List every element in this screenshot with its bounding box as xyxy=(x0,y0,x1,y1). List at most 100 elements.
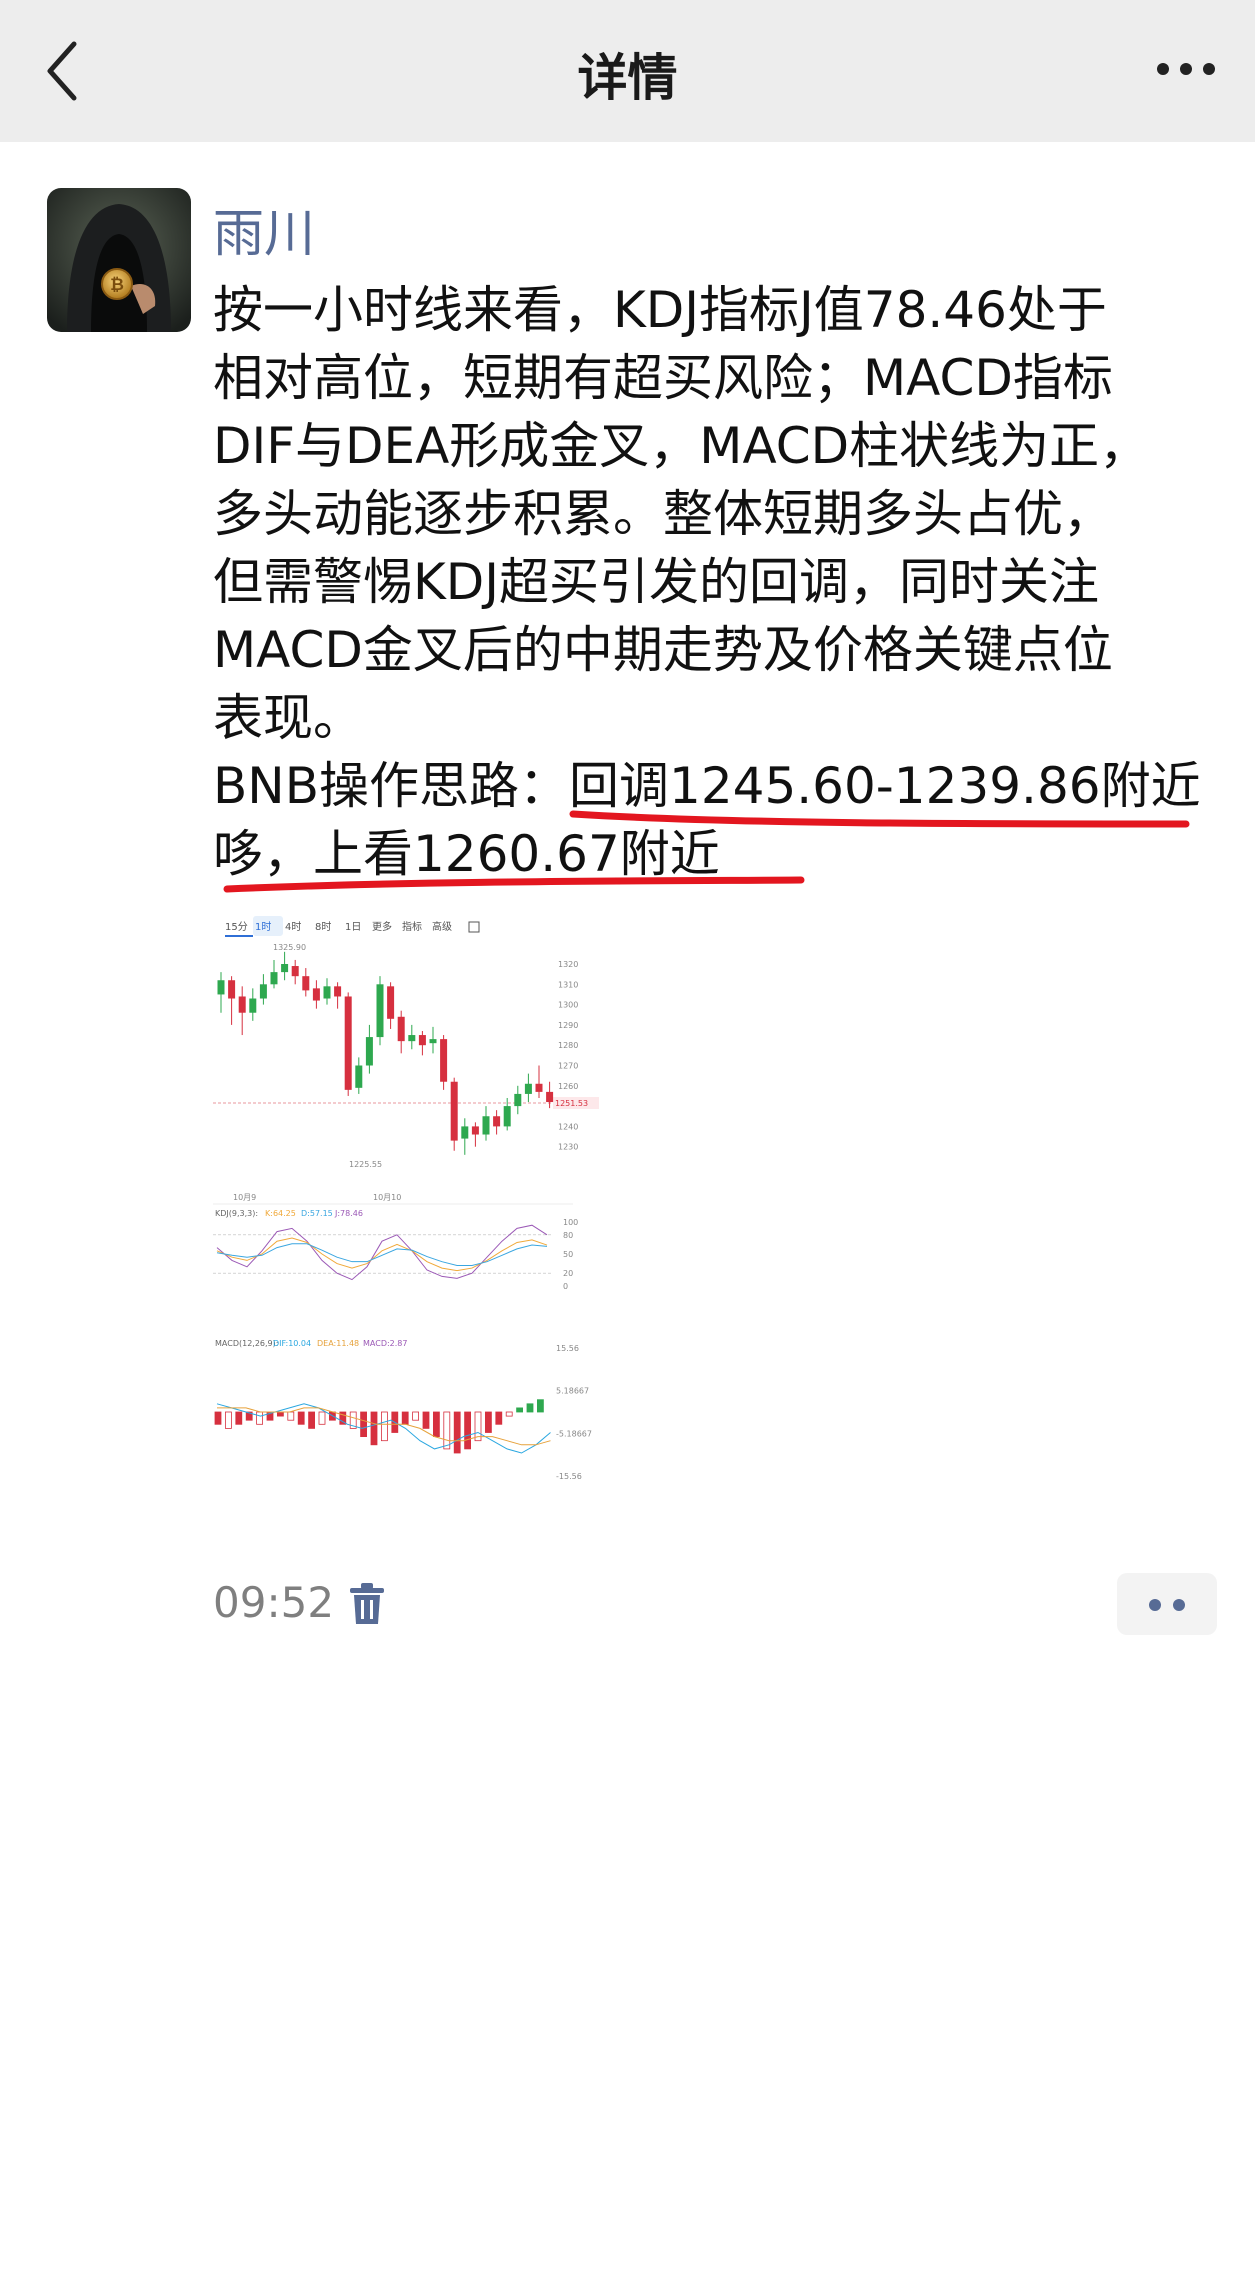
candle xyxy=(376,984,384,1038)
candle xyxy=(302,976,310,991)
comment-menu-button[interactable] xyxy=(1117,1573,1217,1635)
macd-bar xyxy=(432,1411,440,1438)
candle xyxy=(440,1039,448,1082)
low-label: 1225.55 xyxy=(349,1160,382,1169)
price-tick: 1230 xyxy=(558,1143,578,1152)
price-tick: 1310 xyxy=(558,980,578,989)
macd-bar xyxy=(277,1411,284,1417)
price-tick: 1320 xyxy=(558,960,578,969)
macd-bar xyxy=(526,1403,534,1413)
high-label: 1325.90 xyxy=(273,943,306,952)
chart-tab: 更多 xyxy=(372,920,392,933)
macd-bar xyxy=(235,1411,243,1425)
price-tick: 1240 xyxy=(558,1122,578,1131)
macd-tick: -5.18667 xyxy=(556,1429,592,1438)
kdj-value: K:64.25 xyxy=(265,1209,296,1218)
price-tick: 1290 xyxy=(558,1021,578,1030)
date-label: 10月9 xyxy=(233,1193,256,1202)
kdj-j-line xyxy=(216,1224,548,1281)
candle xyxy=(291,966,299,977)
macd-value: MACD:2.87 xyxy=(363,1339,408,1348)
page-title: 详情 xyxy=(577,49,678,107)
kdj-tick: 20 xyxy=(563,1269,573,1278)
candle xyxy=(546,1091,554,1103)
avatar[interactable]: ₿ xyxy=(47,188,191,332)
macd-bar xyxy=(308,1411,315,1429)
macd-bar xyxy=(536,1399,544,1413)
candle xyxy=(249,998,257,1013)
candle xyxy=(418,1035,426,1046)
svg-text:₿: ₿ xyxy=(110,275,124,295)
candle xyxy=(323,986,331,999)
kdj-title: KDJ(9,3,3): xyxy=(215,1209,258,1218)
date-label: 10月10 xyxy=(373,1193,401,1202)
post-time: 09:52 xyxy=(213,1578,335,1627)
chart-tab: 1日 xyxy=(345,922,361,933)
kdj-tick: 80 xyxy=(563,1231,573,1240)
macd-tick: 5.18667 xyxy=(556,1387,589,1396)
macd-value: DEA:11.48 xyxy=(317,1339,359,1348)
candle xyxy=(270,972,278,985)
more-options-icon[interactable] xyxy=(1155,58,1217,80)
candle xyxy=(238,996,246,1013)
author-name[interactable]: 雨川 xyxy=(213,192,315,266)
candle xyxy=(524,1083,532,1094)
macd-bar xyxy=(287,1411,295,1421)
candle xyxy=(217,980,225,995)
chart-tab: 1时 xyxy=(255,921,271,933)
dot-icon xyxy=(1149,1599,1161,1611)
candle xyxy=(281,964,289,973)
kdj-value: D:57.15 xyxy=(301,1209,333,1218)
macd-bar xyxy=(224,1411,232,1429)
price-tick: 1300 xyxy=(558,1001,578,1010)
candle xyxy=(228,980,236,999)
candle xyxy=(344,996,352,1090)
navigation-bar: 详情 xyxy=(0,0,1255,142)
macd-bar xyxy=(516,1407,524,1413)
macd-bar xyxy=(495,1411,503,1425)
macd-bar xyxy=(360,1411,368,1438)
current-price-label: 1251.53 xyxy=(555,1099,588,1108)
macd-bar xyxy=(380,1411,388,1442)
candle xyxy=(355,1065,363,1088)
macd-bar xyxy=(297,1411,305,1425)
candle xyxy=(259,984,267,999)
macd-bar xyxy=(464,1411,472,1450)
post-text: 按一小时线来看，KDJ指标J值78.46处于 相对高位，短期有超买风险；MACD… xyxy=(213,276,1213,893)
macd-bar xyxy=(412,1411,420,1421)
candle xyxy=(334,986,342,997)
candle xyxy=(461,1126,469,1139)
kdj-value: J:78.46 xyxy=(334,1209,363,1218)
candle xyxy=(471,1126,479,1135)
kdj-d-line xyxy=(216,1243,548,1267)
trash-icon[interactable] xyxy=(348,1582,386,1626)
candle xyxy=(429,1039,437,1044)
macd-bar xyxy=(422,1411,430,1429)
red-underline-annotation xyxy=(223,810,1190,893)
kline-chart-image[interactable]: 15分 1时 4时 8时 1日 更多 指标 高级 1320 1310 1300 1290 1280 127… xyxy=(213,908,605,1544)
candle xyxy=(312,988,320,1001)
macd-tick: 15.56 xyxy=(556,1344,579,1353)
kdj-tick: 100 xyxy=(563,1218,578,1227)
chart-tab: 指标 xyxy=(402,920,422,933)
chart-tab: 8时 xyxy=(315,921,331,933)
price-tick: 1280 xyxy=(558,1041,578,1050)
candle xyxy=(365,1037,373,1066)
macd-bar xyxy=(256,1411,263,1425)
kdj-tick: 50 xyxy=(563,1250,573,1259)
macd-bar xyxy=(453,1411,461,1454)
chart-tab: 高级 xyxy=(432,920,452,933)
candle xyxy=(514,1093,522,1107)
macd-value: DIF:10.04 xyxy=(273,1339,311,1348)
candle xyxy=(535,1083,543,1092)
price-tick: 1260 xyxy=(558,1082,578,1091)
avatar-image: ₿ xyxy=(47,188,191,332)
macd-tick: -15.56 xyxy=(556,1472,582,1481)
macd-bar xyxy=(318,1411,326,1425)
candle xyxy=(482,1116,490,1135)
candle xyxy=(408,1035,416,1042)
macd-bar xyxy=(484,1411,492,1433)
macd-bar xyxy=(401,1411,409,1425)
macd-bar xyxy=(443,1411,451,1450)
dot-icon xyxy=(1173,1599,1185,1611)
